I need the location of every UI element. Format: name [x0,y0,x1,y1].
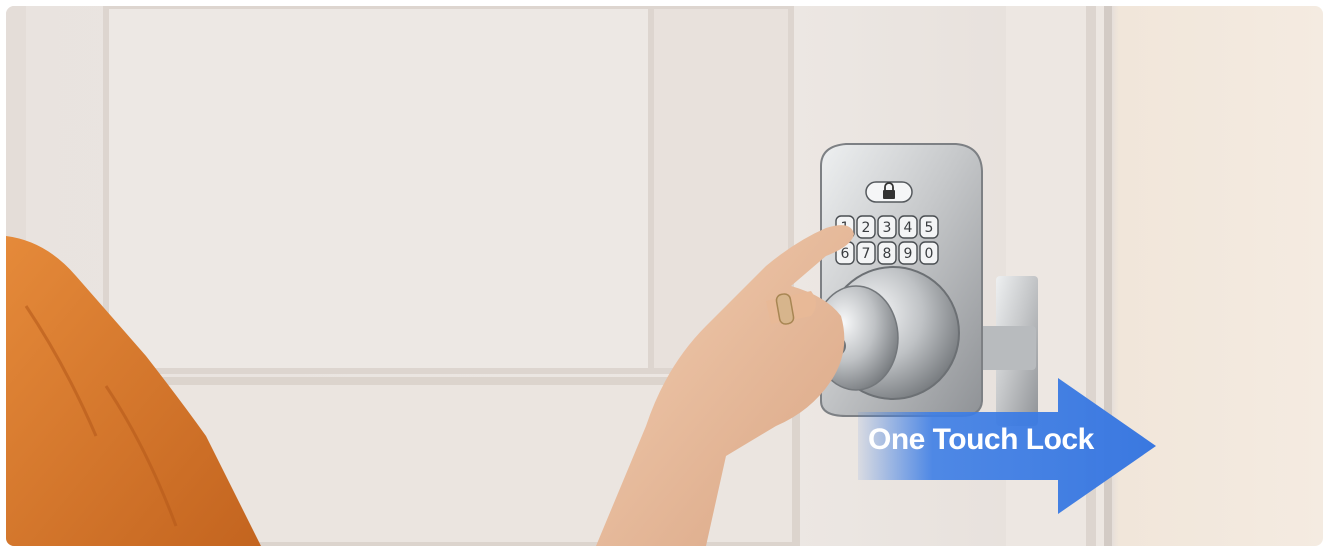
smart-lock: 1234567890 [813,143,983,417]
keypad-key-label: 7 [862,246,871,262]
keypad-key-label: 9 [904,246,913,262]
upper-panel-left [103,6,669,374]
keypad-key-label: 3 [883,220,892,236]
keypad-key-label: 4 [904,220,913,236]
keypad-key-label: 5 [925,220,934,236]
keypad-key-label: 8 [883,246,892,262]
banner-caption: One Touch Lock [868,423,1094,456]
photo-frame: 1234567890 [6,6,1323,546]
keypad-key-label: 6 [841,246,850,262]
keypad-key-label: 0 [925,246,934,262]
keypad-key-label: 2 [862,220,871,236]
